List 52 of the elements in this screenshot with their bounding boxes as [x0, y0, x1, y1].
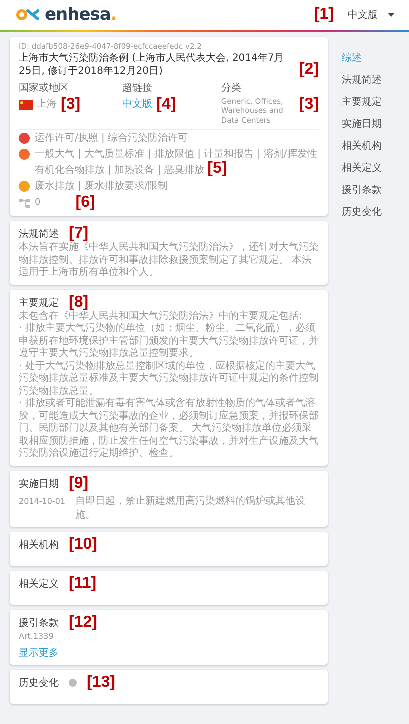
callout-marker: [12]	[69, 614, 98, 631]
sidebar-item[interactable]: 相关定义	[342, 161, 382, 175]
paragraph: 本法旨在实施《中华人民共和国大气污染防治法》，还针对大气污染物排放控制、排放许可和事故排除救援预案制定了其它规定。 本法适用于上海市所有单位和个人。	[19, 242, 319, 280]
field-label: 分类	[221, 82, 242, 95]
logo-icon	[16, 8, 42, 22]
section-title: 法规简述	[19, 228, 59, 242]
section-title: 主要规定	[19, 296, 59, 310]
field-label: 超链接	[122, 82, 154, 95]
document-title: 上海市大气污染防治条例 (上海市人民代表大会, 2014年7月25日, 修订于2018年12月20日)	[19, 53, 286, 78]
section-title: 历史变化	[19, 676, 59, 690]
callout-marker: [6]	[76, 195, 96, 212]
callout-marker: [4]	[156, 97, 176, 113]
paragraph: · 排放主要大气污染物的单位（如：烟尘、粉尘、二氧化硫），必须申获所在地环境保护主管部门颁发的主要大气污染物排放许可证，并遵守主要大气污染物排放总量控制要求。	[19, 323, 319, 360]
caret-icon	[388, 13, 395, 17]
field-label: 国家或地区	[19, 82, 70, 95]
count-text: 0	[35, 198, 41, 208]
sidebar-item[interactable]: 实施日期	[342, 117, 382, 131]
paragraph: · 处于大气污染物排放总量控制区域的单位，应根据核定的主要大气污染物排放总量标准及主要大气污染物排放许可证中规定的条件控制污染物排放总量。	[19, 360, 319, 398]
date-text: 2014-10-01	[19, 496, 66, 506]
callout-marker: [11]	[69, 576, 97, 592]
section-title: 相关机构	[19, 538, 59, 552]
section-title: 援引条款	[19, 616, 59, 630]
region-value: 上海	[37, 98, 57, 112]
callout-marker: [1]	[314, 7, 334, 23]
sidebar-item[interactable]: 主要规定	[342, 95, 382, 109]
section-title: 相关定义	[19, 578, 59, 591]
topic-text: 一般大气 | 大气质量标准 | 排放限值 | 计量和报告 | 溶剂/挥发性有机化合物排放 | 加热设备 | 恶臭排放 [5]	[35, 148, 318, 178]
paragraph: 未包含在《中华人民共和国大气污染防治法》中的主要规定包括:	[19, 310, 304, 322]
callout-marker: [2]	[299, 62, 319, 78]
flag-icon	[19, 100, 33, 110]
callout-marker: [5]	[208, 160, 228, 178]
sidebar-item[interactable]: 援引条款	[342, 183, 382, 197]
callout-marker: [7]	[69, 226, 89, 242]
hierarchy-icon	[19, 198, 30, 208]
topic-text: 废水排放 | 废水排放要求/限制	[35, 180, 168, 194]
callout-marker: [9]	[69, 476, 89, 492]
logo-text: enhesa.	[45, 5, 117, 25]
sidebar-item[interactable]: 相关机构	[342, 139, 382, 153]
topic-text: 运作许可/执照 | 综合污染防治许可	[35, 133, 188, 146]
section-title: 实施日期	[19, 478, 59, 491]
callout-marker: [8]	[69, 294, 89, 311]
date-note: 自即日起，禁止新建燃用高污染燃料的锅炉或其他设施。	[76, 494, 306, 522]
paragraph: · 排放或者可能泄漏有毒有害气体或含有放射性物质的气体或者气溶胶，可能造成大气污染事故的企业，必须制订应急预案，并报环保部门、民防部门以及其他有关部门备案。 大气污染物排放单位必须采取相应预防措施，防止发生任何空气污染事故，并对生产设施及大气污染防治设施进行定期维护、检查。	[19, 398, 319, 461]
sidebar-item[interactable]: 法规简述	[342, 73, 382, 87]
sidebar-item[interactable]: 历史变化	[342, 205, 382, 219]
callout-marker: [3]	[61, 97, 81, 113]
callout-marker: [10]	[69, 536, 98, 553]
callout-marker: [3]	[299, 97, 319, 113]
citation-text: Art.1339	[19, 632, 55, 641]
callout-marker: [13]	[87, 674, 116, 691]
info-icon[interactable]	[69, 678, 77, 687]
language-dropdown[interactable]: 中文版	[346, 6, 397, 24]
